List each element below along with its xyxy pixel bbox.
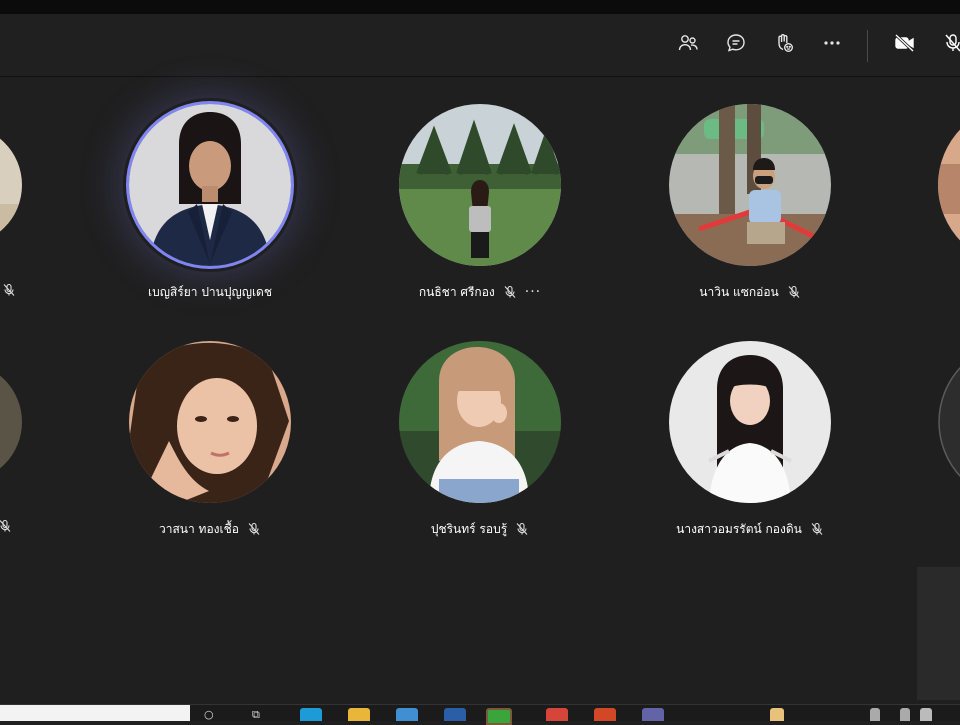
windows-taskbar: ○ ⧉ (0, 704, 960, 725)
participant-name-row: วาสนา ทองเชื้อ (100, 519, 320, 539)
chat-icon (725, 32, 747, 58)
more-options-button[interactable] (819, 32, 845, 58)
people-icon (677, 32, 699, 58)
participant-name-row: ปุชรินทร์ รอบรู้ (370, 519, 590, 539)
participant-tile[interactable]: ปุชรินทร์ รอบรู้ (370, 341, 590, 551)
raise-hand-icon (773, 32, 795, 58)
participant-more-button[interactable]: ··· (525, 285, 541, 299)
mic-off-icon (515, 522, 529, 536)
participant-name: วาสนา ทองเชื้อ (159, 521, 239, 536)
participant-tile[interactable]: วาสนา ทองเชื้อ (100, 341, 320, 551)
participant-avatar (399, 341, 561, 503)
office-icon[interactable] (594, 708, 616, 721)
participant-name-row: กนธิชา ศรีกอง ··· (370, 282, 590, 302)
partial-participant-avatar[interactable] (0, 341, 22, 503)
chat-button[interactable] (723, 32, 749, 58)
participant-name-row: เบญสิร์ยา ปานปุญญเดช (100, 282, 320, 302)
participant-gallery: เบญสิร์ยา ปานปุญญเดช กนธิชา ศรีกอง ··· น… (0, 77, 960, 704)
chrome-icon[interactable] (546, 708, 568, 721)
participant-tile[interactable]: เบญสิร์ยา ปานปุญญเดช (100, 104, 320, 314)
edge-icon[interactable] (300, 708, 322, 721)
toolbar-divider (867, 30, 868, 62)
participant-avatar (669, 104, 831, 266)
participant-avatar (129, 104, 291, 266)
window-titlebar (0, 0, 960, 14)
participant-name: ปุชรินทร์ รอบรู้ (430, 521, 508, 536)
participant-name: กนธิชา ศรีกอง (418, 284, 495, 299)
tray-app-icon[interactable] (770, 708, 784, 721)
participant-name: นาวิน แซกอ่อน (699, 284, 779, 299)
participant-tile[interactable]: กนธิชา ศรีกอง ··· (370, 104, 590, 314)
tray-icon[interactable] (920, 708, 932, 721)
mic-off-icon (247, 522, 261, 536)
participant-avatar (669, 341, 831, 503)
partial-mic-off-icon (2, 282, 16, 301)
participant-name-row: นาวิน แซกอ่อน (640, 282, 860, 302)
tray-icon[interactable] (870, 708, 880, 721)
participant-avatar (399, 104, 561, 266)
self-view-panel[interactable] (917, 567, 960, 700)
app-icon[interactable] (444, 708, 466, 721)
participant-avatar (129, 341, 291, 503)
participant-name-row: นางสาวอมรรัตน์ กองดิน (640, 519, 860, 539)
store-icon[interactable] (396, 708, 418, 721)
partial-participant-avatar[interactable] (0, 104, 22, 266)
meeting-toolbar (0, 14, 960, 77)
tray-icon[interactable] (900, 708, 910, 721)
teams-icon[interactable] (642, 708, 664, 721)
partial-mic-off-icon (0, 518, 12, 537)
mic-off-icon (503, 285, 517, 299)
participants-button[interactable] (675, 32, 701, 58)
taskbar-search-box[interactable] (0, 705, 190, 721)
participant-name: เบญสิร์ยา ปานปุญญเดช (148, 284, 272, 299)
mic-toggle-button[interactable] (940, 32, 960, 58)
partial-participant-avatar[interactable] (938, 104, 960, 266)
partial-participant-avatar[interactable] (938, 341, 960, 503)
search-icon[interactable]: ○ (204, 708, 214, 721)
camera-toggle-button[interactable] (892, 32, 918, 58)
line-icon[interactable] (486, 708, 512, 725)
mic-off-icon (787, 285, 801, 299)
mic-off-icon (810, 522, 824, 536)
participant-name: นางสาวอมรรัตน์ กองดิน (676, 521, 802, 536)
camera-off-icon (893, 32, 917, 58)
participant-tile[interactable]: นางสาวอมรรัตน์ กองดิน (640, 341, 860, 551)
mic-off-icon (942, 32, 960, 58)
reactions-button[interactable] (771, 32, 797, 58)
more-icon (821, 32, 843, 58)
file-explorer-icon[interactable] (348, 708, 370, 721)
participant-tile[interactable]: นาวิน แซกอ่อน (640, 104, 860, 314)
